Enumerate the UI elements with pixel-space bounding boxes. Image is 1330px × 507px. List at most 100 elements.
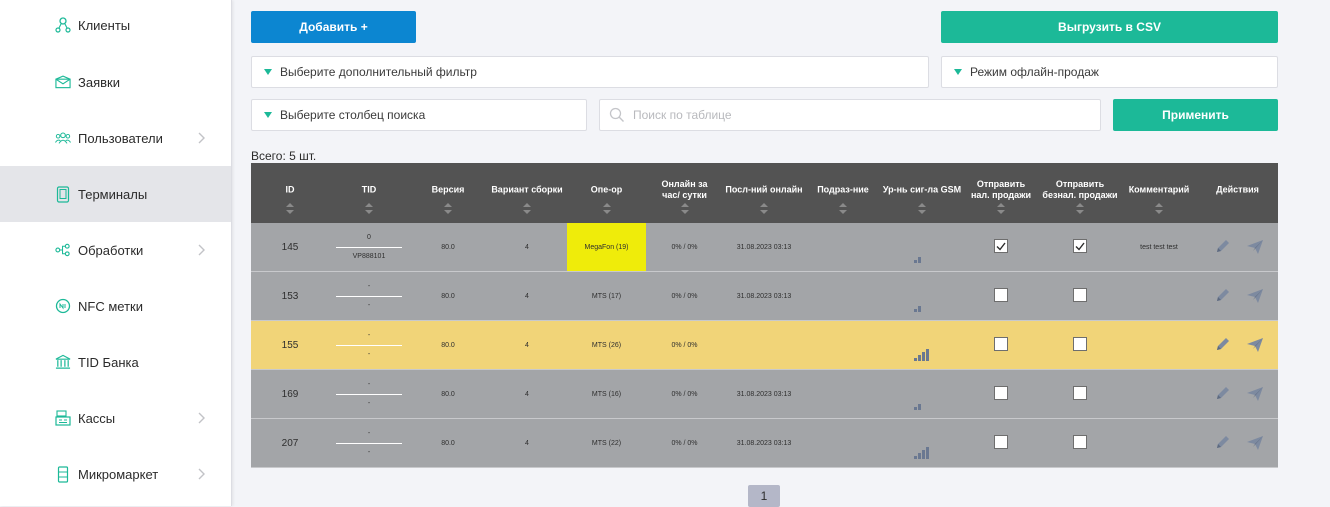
- table-row[interactable]: 145 0 VP888101 80.0 4 MegaFon (19) 0% / 0% 31.0…: [251, 223, 1278, 272]
- tid-divider: [336, 345, 402, 346]
- tid-serial: VP888101: [352, 253, 386, 260]
- table-search-field[interactable]: [599, 99, 1101, 131]
- sidebar-item-label: Обработки: [78, 242, 144, 258]
- bank-icon: [55, 354, 71, 370]
- send-plane-icon[interactable]: [1246, 386, 1264, 402]
- chevron-right-icon: [198, 412, 205, 424]
- sales-mode-select[interactable]: Режим офлайн-продаж: [941, 56, 1278, 88]
- sidebar-item-terminals[interactable]: Терминалы: [0, 166, 231, 222]
- signal-bar: [914, 260, 917, 263]
- sidebar-item-label: Заявки: [78, 74, 120, 90]
- pagination-page-button[interactable]: 1: [748, 485, 780, 507]
- edit-pencil-icon[interactable]: [1214, 288, 1232, 304]
- sort-icon[interactable]: [286, 203, 294, 215]
- search-column-select[interactable]: Выберите столбец поиска: [251, 99, 587, 131]
- cash-sales-checkbox[interactable]: [994, 337, 1008, 351]
- table-row[interactable]: 153- -80.0 4 MTS (17) 0% / 0% 31.08.2023 03:1…: [251, 272, 1278, 321]
- sort-icon[interactable]: [997, 203, 1005, 215]
- column-header-online[interactable]: Онлайн за час/ сутки: [646, 163, 723, 223]
- signal-bar: [918, 257, 921, 263]
- sidebar-item-cash-registers[interactable]: Кассы: [0, 390, 231, 446]
- cash-sales-checkbox[interactable]: [994, 435, 1008, 449]
- column-header-cashless-sales[interactable]: Отправить безнал. продажи: [1039, 163, 1121, 223]
- sidebar-item-clients[interactable]: Клиенты: [0, 0, 231, 53]
- sort-icon[interactable]: [918, 203, 926, 215]
- gsm-signal-icon: [914, 251, 930, 263]
- sort-icon[interactable]: [680, 203, 689, 215]
- cell-comment: [1121, 321, 1197, 369]
- cell-comment: [1121, 370, 1197, 418]
- cell-comment: test test test: [1140, 243, 1178, 251]
- sidebar-item-users[interactable]: Пользователи: [0, 110, 231, 166]
- sort-icon[interactable]: [760, 203, 768, 215]
- sidebar-item-nfc[interactable]: NFC метки: [0, 278, 231, 334]
- sort-icon[interactable]: [365, 203, 373, 215]
- tid-value: -: [367, 283, 371, 290]
- signal-bar: [914, 407, 917, 410]
- sort-icon[interactable]: [444, 203, 452, 215]
- cash-sales-checkbox[interactable]: [994, 239, 1008, 253]
- sidebar-item-processing[interactable]: Обработки: [0, 222, 231, 278]
- cell-comment: [1121, 272, 1197, 320]
- apply-button[interactable]: Применить: [1113, 99, 1278, 131]
- cashless-sales-checkbox[interactable]: [1073, 288, 1087, 302]
- micromarket-icon: [55, 465, 71, 483]
- column-header-id[interactable]: ID: [251, 163, 329, 223]
- column-header-gsm-signal[interactable]: Ур-нь сиг-ла GSM: [881, 163, 963, 223]
- send-plane-icon[interactable]: [1246, 239, 1264, 255]
- send-plane-icon[interactable]: [1246, 435, 1264, 451]
- search-input[interactable]: [631, 107, 1095, 123]
- signal-bar: [922, 254, 925, 263]
- send-plane-icon[interactable]: [1246, 337, 1264, 353]
- cell-build: 4: [525, 292, 529, 300]
- column-header-comment[interactable]: Комментарий: [1121, 163, 1197, 223]
- sort-icon[interactable]: [602, 203, 611, 215]
- sidebar-item-label: Терминалы: [78, 186, 148, 202]
- sidebar-item-label: Клиенты: [78, 17, 131, 33]
- send-plane-icon[interactable]: [1246, 288, 1264, 304]
- signal-bar: [914, 309, 917, 312]
- sort-icon[interactable]: [1155, 203, 1163, 215]
- edit-pencil-icon[interactable]: [1214, 239, 1232, 255]
- cash-sales-checkbox[interactable]: [994, 386, 1008, 400]
- cashless-sales-checkbox[interactable]: [1073, 386, 1087, 400]
- gsm-signal-icon: [914, 398, 930, 410]
- tid-divider: [336, 247, 402, 248]
- cell-subdivision: [805, 223, 881, 271]
- tid-value: -: [367, 381, 371, 388]
- additional-filter-select[interactable]: Выберите дополнительный фильтр: [251, 56, 929, 88]
- sort-icon[interactable]: [1076, 203, 1084, 215]
- edit-pencil-icon[interactable]: [1214, 337, 1232, 353]
- export-csv-button[interactable]: Выгрузить в CSV: [941, 11, 1278, 43]
- column-header-cash-sales[interactable]: Отправить нал. продажи: [963, 163, 1039, 223]
- cell-operator: MTS (17): [591, 292, 622, 300]
- edit-pencil-icon[interactable]: [1214, 435, 1232, 451]
- processing-icon: [55, 242, 71, 258]
- column-header-version[interactable]: Версия: [409, 163, 487, 223]
- sort-icon[interactable]: [523, 203, 531, 215]
- tid-serial: -: [367, 449, 371, 456]
- edit-pencil-icon[interactable]: [1214, 386, 1232, 402]
- cell-build: 4: [525, 341, 529, 349]
- sidebar-item-bank-tid[interactable]: TID Банка: [0, 334, 231, 390]
- column-header-subdivision[interactable]: Подраз-ние: [805, 163, 881, 223]
- column-header-operator[interactable]: Опе-ор: [567, 163, 646, 223]
- sidebar-item-micromarket[interactable]: Микромаркет: [0, 446, 231, 502]
- cashless-sales-checkbox[interactable]: [1073, 435, 1087, 449]
- sidebar-item-requests[interactable]: Заявки: [0, 54, 231, 110]
- sort-icon[interactable]: [839, 203, 847, 215]
- column-header-build[interactable]: Вариант сборки: [487, 163, 567, 223]
- table-row[interactable]: 207- -80.0 4 MTS (22) 0% / 0% 31.08.2023 03:1…: [251, 419, 1278, 468]
- table-row[interactable]: 169- -80.0 4 MTS (16) 0% / 0% 31.08.2023 03:1…: [251, 370, 1278, 419]
- cell-subdivision: [805, 321, 881, 369]
- column-header-last-online[interactable]: Посл-ний онлайн: [723, 163, 805, 223]
- cashless-sales-checkbox[interactable]: [1073, 239, 1087, 253]
- cell-build: 4: [525, 243, 529, 251]
- tid-serial: -: [367, 400, 371, 407]
- add-button[interactable]: Добавить +: [251, 11, 416, 43]
- cell-last-online: 31.08.2023 03:13: [736, 390, 792, 398]
- cashless-sales-checkbox[interactable]: [1073, 337, 1087, 351]
- cash-sales-checkbox[interactable]: [994, 288, 1008, 302]
- table-row[interactable]: 155- -80.0 4 MTS (26) 0% / 0%: [251, 321, 1278, 370]
- column-header-tid[interactable]: TID: [329, 163, 409, 223]
